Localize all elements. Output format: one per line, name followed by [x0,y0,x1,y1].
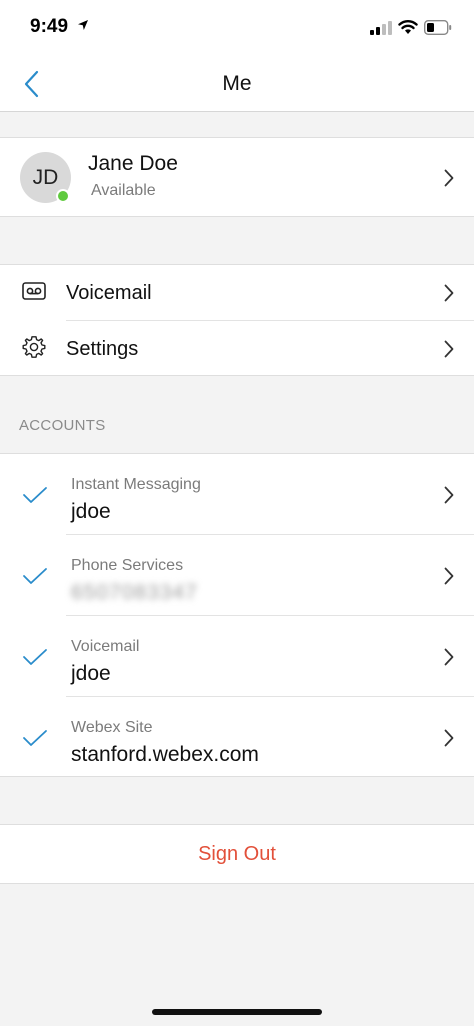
chevron-right-icon [444,486,454,504]
home-indicator[interactable] [152,1009,322,1015]
account-value: stanford.webex.com [71,743,259,766]
account-value: jdoe [71,500,111,523]
checkmark-icon [23,730,47,746]
account-title: Webex Site [71,719,153,736]
avatar-initials: JD [32,165,59,189]
sign-out-button[interactable]: Sign Out [0,843,474,866]
account-row-instant-messaging[interactable]: Instant Messaging jdoe [0,454,474,535]
menu-item-settings[interactable]: Settings [0,321,474,376]
chevron-right-icon [444,648,454,666]
profile-row[interactable]: JD Jane Doe Available [0,137,474,217]
chevron-right-icon [444,340,454,358]
gear-icon [22,336,46,358]
chevron-right-icon [444,284,454,302]
battery-icon [424,20,452,35]
accounts-section-header: ACCOUNTS [19,417,106,434]
status-time: 9:49 [30,16,69,37]
status-bar: 9:49 [0,0,474,56]
cellular-signal-icon [370,21,392,35]
chevron-right-icon [444,567,454,585]
voicemail-icon [22,282,46,300]
menu-item-voicemail[interactable]: Voicemail [0,265,474,320]
menu-list: Voicemail Settings [0,264,474,376]
chevron-right-icon [444,169,454,187]
menu-item-label: Voicemail [66,282,152,304]
page-title: Me [222,72,252,95]
chevron-right-icon [444,729,454,747]
account-value: jdoe [71,662,111,685]
checkmark-icon [23,649,47,665]
account-title: Voicemail [71,638,140,655]
account-value: 6507083347 [71,581,198,604]
account-row-phone-services[interactable]: Phone Services 6507083347 [0,535,474,616]
wifi-icon [398,20,418,34]
signout-row: Sign Out [0,824,474,884]
account-row-webex-site[interactable]: Webex Site stanford.webex.com [0,697,474,778]
account-title: Phone Services [71,557,184,574]
location-arrow-icon [78,20,88,30]
profile-name: Jane Doe [88,152,178,175]
menu-item-label: Settings [66,338,139,360]
checkmark-icon [23,487,47,503]
account-row-voicemail[interactable]: Voicemail jdoe [0,616,474,697]
checkmark-icon [23,568,47,584]
account-title: Instant Messaging [71,476,201,493]
accounts-list: Instant Messaging jdoe Phone Services 65… [0,453,474,777]
nav-bar: Me [0,56,474,112]
presence-indicator [56,189,70,203]
profile-status: Available [91,182,156,199]
